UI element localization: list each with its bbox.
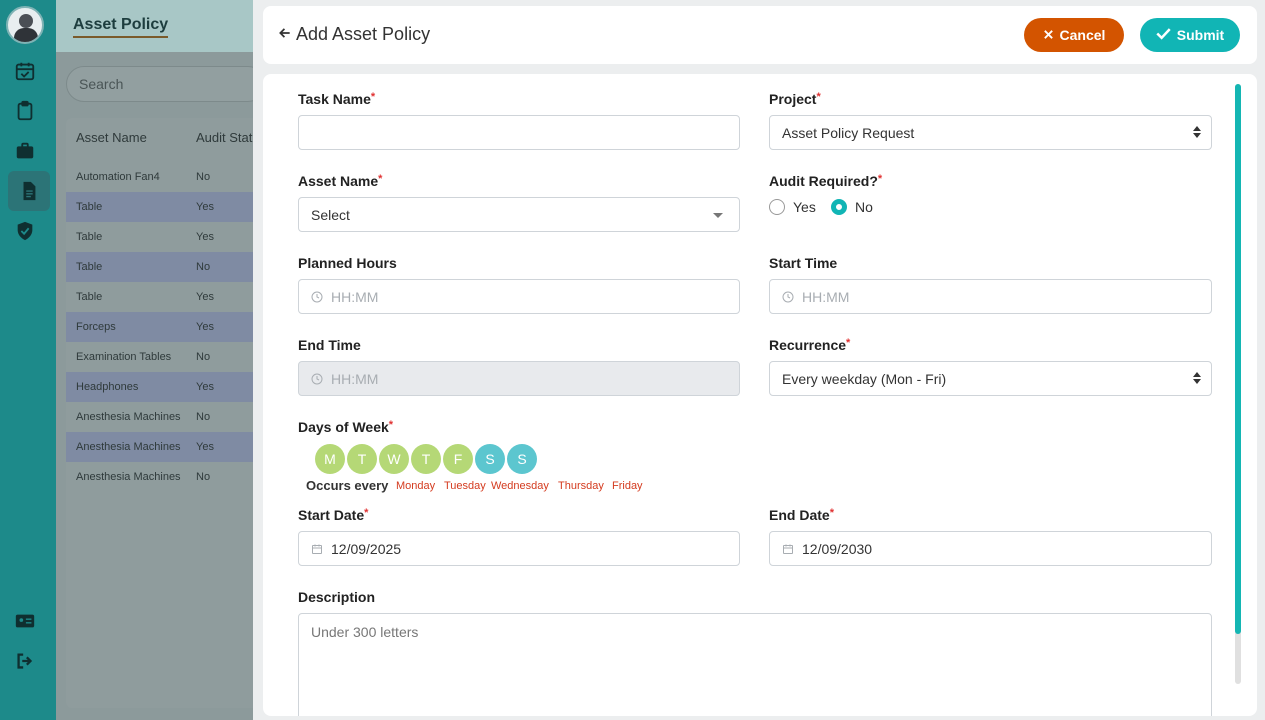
column-header: Audit Stat xyxy=(196,130,253,145)
clipboard-icon[interactable] xyxy=(10,96,40,126)
radio-icon xyxy=(769,199,785,215)
cancel-button[interactable]: Cancel xyxy=(1024,18,1124,52)
sort-arrows-icon xyxy=(1193,372,1201,384)
table-row[interactable]: Table Yes xyxy=(66,192,266,222)
table-row[interactable]: Anesthesia Machines No xyxy=(66,462,266,492)
start-date-input[interactable]: 12/09/2025 xyxy=(298,531,740,566)
calendar-icon xyxy=(311,543,323,555)
end-date-input[interactable]: 12/09/2030 xyxy=(769,531,1212,566)
asset-table: Asset Name Audit Stat Automation Fan4 No … xyxy=(66,118,266,708)
day-toggle-wednesday[interactable]: W xyxy=(379,444,409,474)
audit-no-radio[interactable]: No xyxy=(831,199,873,215)
calendar-check-icon[interactable] xyxy=(10,56,40,86)
logout-icon[interactable] xyxy=(10,646,40,676)
occurs-day: Wednesday xyxy=(491,480,549,492)
day-toggle-friday[interactable]: F xyxy=(443,444,473,474)
search-input[interactable]: Search xyxy=(66,66,266,102)
table-row[interactable]: Automation Fan4 No xyxy=(66,162,266,192)
task-name-input[interactable] xyxy=(298,115,740,150)
day-toggle-monday[interactable]: M xyxy=(315,444,345,474)
chevron-down-icon xyxy=(713,213,723,218)
briefcase-icon[interactable] xyxy=(10,136,40,166)
planned-hours-input[interactable]: HH:MM xyxy=(298,279,740,314)
back-arrow-icon[interactable] xyxy=(278,24,292,45)
scrollbar-thumb[interactable] xyxy=(1235,84,1241,634)
table-row[interactable]: Table Yes xyxy=(66,222,266,252)
check-icon xyxy=(1156,27,1171,43)
modal-header: Add Asset Policy Cancel Submit xyxy=(263,6,1257,64)
end-date-label: End Date* xyxy=(769,507,834,523)
project-select[interactable]: Asset Policy Request xyxy=(769,115,1212,150)
document-icon[interactable] xyxy=(8,171,50,211)
day-toggle-saturday[interactable]: S xyxy=(475,444,505,474)
table-row[interactable]: Table Yes xyxy=(66,282,266,312)
start-time-label: Start Time xyxy=(769,255,838,271)
shield-check-icon[interactable] xyxy=(10,216,40,246)
table-row[interactable]: Anesthesia Machines Yes xyxy=(66,432,266,462)
start-time-input[interactable]: HH:MM xyxy=(769,279,1212,314)
planned-hours-label: Planned Hours xyxy=(298,255,397,271)
days-of-week-label: Days of Week* xyxy=(298,419,394,435)
recurrence-label: Recurrence* xyxy=(769,337,851,353)
asset-name-select[interactable]: Select xyxy=(298,197,740,232)
clock-icon xyxy=(782,291,794,303)
occurs-every-label: Occurs every xyxy=(306,478,389,493)
end-time-label: End Time xyxy=(298,337,361,353)
cancel-label: Cancel xyxy=(1059,27,1106,43)
id-card-icon[interactable] xyxy=(10,606,40,636)
end-time-input: HH:MM xyxy=(298,361,740,396)
recurrence-select[interactable]: Every weekday (Mon - Fri) xyxy=(769,361,1212,396)
sort-arrows-icon xyxy=(1193,126,1201,138)
task-name-label: Task Name* xyxy=(298,91,376,107)
project-label: Project* xyxy=(769,91,821,107)
table-row[interactable]: Anesthesia Machines No xyxy=(66,402,266,432)
table-row[interactable]: Forceps Yes xyxy=(66,312,266,342)
calendar-icon xyxy=(782,543,794,555)
table-row[interactable]: Table No xyxy=(66,252,266,282)
page-title: Asset Policy xyxy=(73,16,169,38)
start-date-label: Start Date* xyxy=(298,507,369,523)
day-toggle-thursday[interactable]: T xyxy=(411,444,441,474)
audit-yes-radio[interactable]: Yes xyxy=(769,199,816,215)
modal-title: Add Asset Policy xyxy=(278,24,430,45)
audit-required-label: Audit Required?* xyxy=(769,173,883,189)
occurs-day: Monday xyxy=(396,480,436,492)
day-toggle-tuesday[interactable]: T xyxy=(347,444,377,474)
clock-icon xyxy=(311,291,323,303)
radio-selected-icon xyxy=(831,199,847,215)
submit-button[interactable]: Submit xyxy=(1140,18,1240,52)
column-header: Asset Name xyxy=(76,130,147,145)
table-row[interactable]: Headphones Yes xyxy=(66,372,266,402)
modal-title-text: Add Asset Policy xyxy=(296,24,431,44)
submit-label: Submit xyxy=(1176,27,1225,43)
occurs-day: Tuesday xyxy=(444,480,486,492)
modal-body: Task Name* Project* Asset Policy Request… xyxy=(263,74,1257,716)
day-toggle-sunday[interactable]: S xyxy=(507,444,537,474)
description-textarea[interactable]: Under 300 letters xyxy=(298,613,1212,716)
description-label: Description xyxy=(298,589,376,605)
asset-name-label: Asset Name* xyxy=(298,173,383,189)
add-asset-policy-modal: Add Asset Policy Cancel Submit Task Name… xyxy=(253,0,1265,720)
sidebar xyxy=(0,0,56,720)
occurs-day: Friday xyxy=(612,480,643,492)
clock-icon xyxy=(311,373,323,385)
avatar[interactable] xyxy=(6,6,44,44)
occurs-day: Thursday xyxy=(558,480,604,492)
close-icon xyxy=(1043,27,1054,43)
table-row[interactable]: Examination Tables No xyxy=(66,342,266,372)
